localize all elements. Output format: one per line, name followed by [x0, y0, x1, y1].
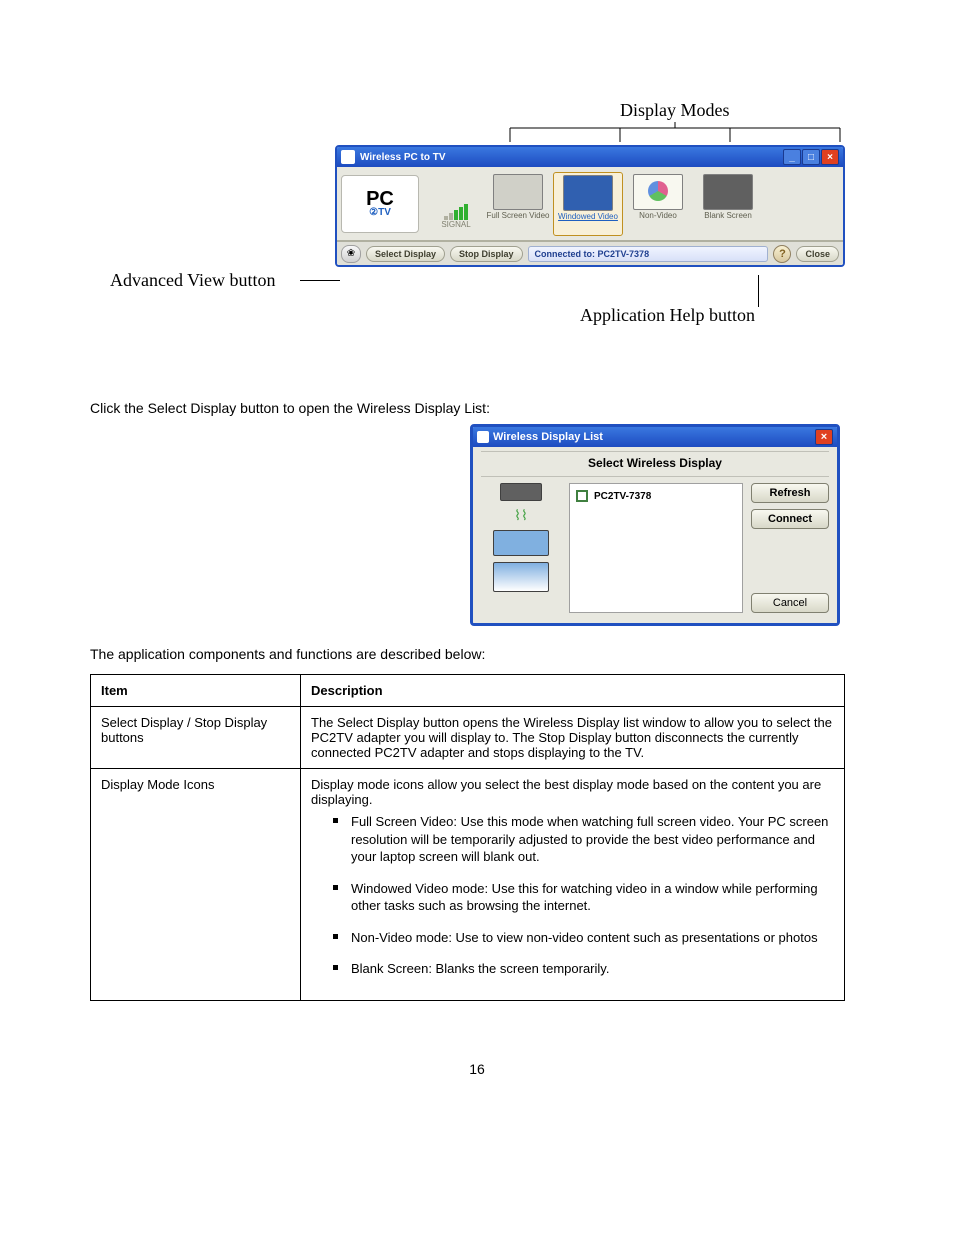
cell-desc: Display mode icons allow you select the …: [301, 769, 845, 1001]
dialog-close-button[interactable]: ×: [815, 429, 833, 445]
window-controls: _ □ ×: [783, 149, 839, 165]
dialog-icon: [477, 431, 489, 443]
figure-dialog: Wireless Display List × Select Wireless …: [470, 424, 840, 626]
mode-label: Blank Screen: [704, 212, 752, 221]
label-app-help: Application Help button: [580, 305, 755, 326]
desc-intro: Display mode icons allow you select the …: [311, 777, 821, 807]
titlebar: Wireless PC to TV _ □ ×: [337, 147, 843, 167]
select-display-button[interactable]: Select Display: [366, 246, 445, 262]
mode-blank-screen[interactable]: Blank Screen: [693, 172, 763, 236]
bullet-item: Blank Screen: Blanks the screen temporar…: [333, 960, 834, 978]
mode-non-video[interactable]: Non-Video: [623, 172, 693, 236]
mode-bullets: Full Screen Video: Use this mode when wa…: [333, 813, 834, 978]
list-item[interactable]: PC2TV-7378: [576, 490, 736, 502]
tv-icon: [703, 174, 753, 210]
tv-icon: [563, 175, 613, 211]
dialog-body: Select Wireless Display ⌇⌇ PC2TV-7378 Re…: [473, 447, 837, 623]
logo-tv: ②TV: [369, 208, 391, 217]
tv-icon: [633, 174, 683, 210]
connection-status: Connected to: PC2TV-7378: [528, 246, 769, 262]
tv-icon: [493, 174, 543, 210]
mode-label: Non-Video: [639, 212, 677, 221]
dialog-titlebar: Wireless Display List ×: [473, 427, 837, 447]
minimize-button[interactable]: _: [783, 149, 801, 165]
description-table: Item Description Select Display / Stop D…: [90, 674, 845, 1001]
cell-desc: The Select Display button opens the Wire…: [301, 707, 845, 769]
label-display-modes: Display Modes: [620, 100, 730, 121]
components-intro: The application components and functions…: [90, 646, 864, 662]
dialog-buttons: Refresh Connect Cancel: [751, 483, 829, 613]
logo-pc: PC: [366, 190, 394, 208]
table-row: Select Display / Stop Display buttons Th…: [91, 707, 845, 769]
dialog-title: Wireless Display List: [493, 431, 603, 443]
help-button[interactable]: ?: [773, 245, 791, 263]
wireless-display-list[interactable]: PC2TV-7378: [569, 483, 743, 613]
signal-indicator: SIGNAL: [429, 204, 483, 229]
bullet-item: Windowed Video mode: Use this for watchi…: [333, 880, 834, 915]
intro-text: Click the Select Display button to open …: [90, 400, 864, 416]
stop-display-button[interactable]: Stop Display: [450, 246, 523, 262]
app-icon: [341, 150, 355, 164]
th-item: Item: [91, 675, 301, 707]
close-button[interactable]: Close: [796, 246, 839, 262]
window-title: Wireless PC to TV: [360, 152, 446, 163]
cell-item: Select Display / Stop Display buttons: [91, 707, 301, 769]
maximize-button[interactable]: □: [802, 149, 820, 165]
wifi-icon: ⌇⌇: [514, 507, 528, 524]
close-window-button[interactable]: ×: [821, 149, 839, 165]
advanced-view-leader: [300, 280, 340, 281]
bullet-item: Full Screen Video: Use this mode when wa…: [333, 813, 834, 866]
connect-button[interactable]: Connect: [751, 509, 829, 529]
cancel-button[interactable]: Cancel: [751, 593, 829, 613]
dialog-diagram: ⌇⌇: [481, 483, 561, 613]
laptop-icon: [493, 530, 549, 556]
table-row: Display Mode Icons Display mode icons al…: [91, 769, 845, 1001]
refresh-button[interactable]: Refresh: [751, 483, 829, 503]
page-number: 16: [90, 1061, 864, 1077]
item-status-icon: [576, 490, 588, 502]
item-label: PC2TV-7378: [594, 491, 651, 502]
mode-windowed-video[interactable]: Windowed Video: [553, 172, 623, 236]
dialog-header: Select Wireless Display: [481, 451, 829, 477]
th-desc: Description: [301, 675, 845, 707]
dialog-window: Wireless Display List × Select Wireless …: [470, 424, 840, 626]
mode-label: Full Screen Video: [487, 212, 550, 221]
label-advanced-view: Advanced View button: [110, 270, 276, 291]
cell-item: Display Mode Icons: [91, 769, 301, 1001]
bullet-item: Non-Video mode: Use to view non-video co…: [333, 929, 834, 947]
router-icon: [500, 483, 542, 501]
display-modes-bracket: [505, 122, 845, 142]
signal-label: SIGNAL: [441, 220, 470, 229]
app-window: Wireless PC to TV _ □ × PC ②TV SIG: [335, 145, 845, 267]
display-icon: [493, 562, 549, 592]
bottom-bar: ❀ Select Display Stop Display Connected …: [337, 241, 843, 265]
logo: PC ②TV: [341, 175, 419, 233]
advanced-view-button[interactable]: ❀: [341, 245, 361, 263]
mode-full-screen-video[interactable]: Full Screen Video: [483, 172, 553, 236]
toolbar: PC ②TV SIGNAL Full Screen Video Win: [337, 167, 843, 241]
help-leader: [758, 275, 759, 307]
mode-label: Windowed Video: [558, 213, 618, 222]
